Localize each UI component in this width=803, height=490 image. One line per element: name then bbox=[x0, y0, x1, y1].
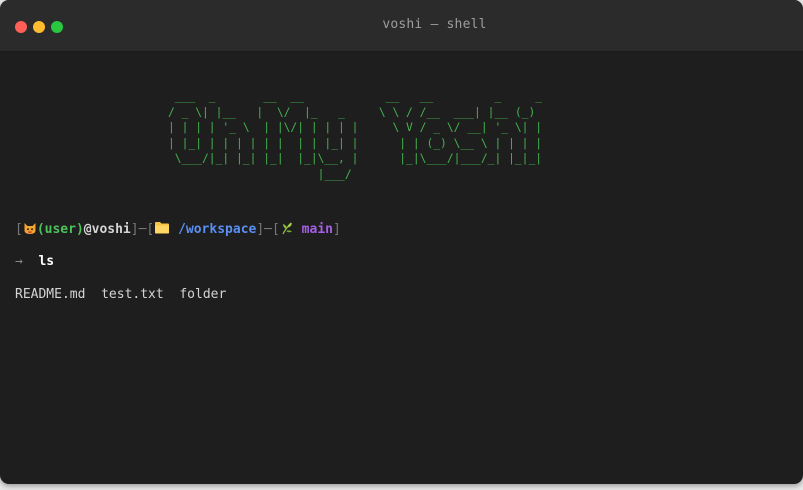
prompt-path: /workspace bbox=[178, 222, 257, 237]
window-title: voshi — shell bbox=[382, 17, 487, 32]
terminal-window: voshi — shell ___ _ __ __ __ __ _ _ / _ … bbox=[0, 0, 803, 484]
prompt-open-bracket: [ bbox=[15, 222, 23, 237]
prompt-branch: main bbox=[301, 222, 333, 237]
command-text: ls bbox=[38, 254, 55, 269]
prompt-close-bracket: ] bbox=[332, 222, 341, 237]
arrow-icon: → bbox=[15, 254, 23, 269]
folder-icon bbox=[155, 222, 170, 234]
leaf-icon bbox=[282, 222, 292, 235]
cat-face-icon bbox=[24, 223, 36, 234]
prompt-separator: ]─[ bbox=[130, 222, 155, 237]
terminal-content[interactable]: ___ _ __ __ __ __ _ _ / _ \| |__ | \/ |_… bbox=[0, 52, 803, 484]
command-line[interactable]: → ls bbox=[15, 254, 54, 269]
prompt-separator-2: ]─[ bbox=[256, 222, 280, 237]
command-output: README.md test.txt folder bbox=[15, 287, 227, 302]
prompt-host: @voshi bbox=[83, 222, 131, 237]
title-bar[interactable]: voshi — shell bbox=[0, 0, 803, 52]
prompt-user: (user) bbox=[36, 222, 84, 237]
shell-prompt: [(user)@voshi]─[ /workspace]─[ main] bbox=[15, 221, 341, 237]
ascii-banner: ___ _ __ __ __ __ _ _ / _ \| |__ | \/ |_… bbox=[168, 90, 543, 181]
